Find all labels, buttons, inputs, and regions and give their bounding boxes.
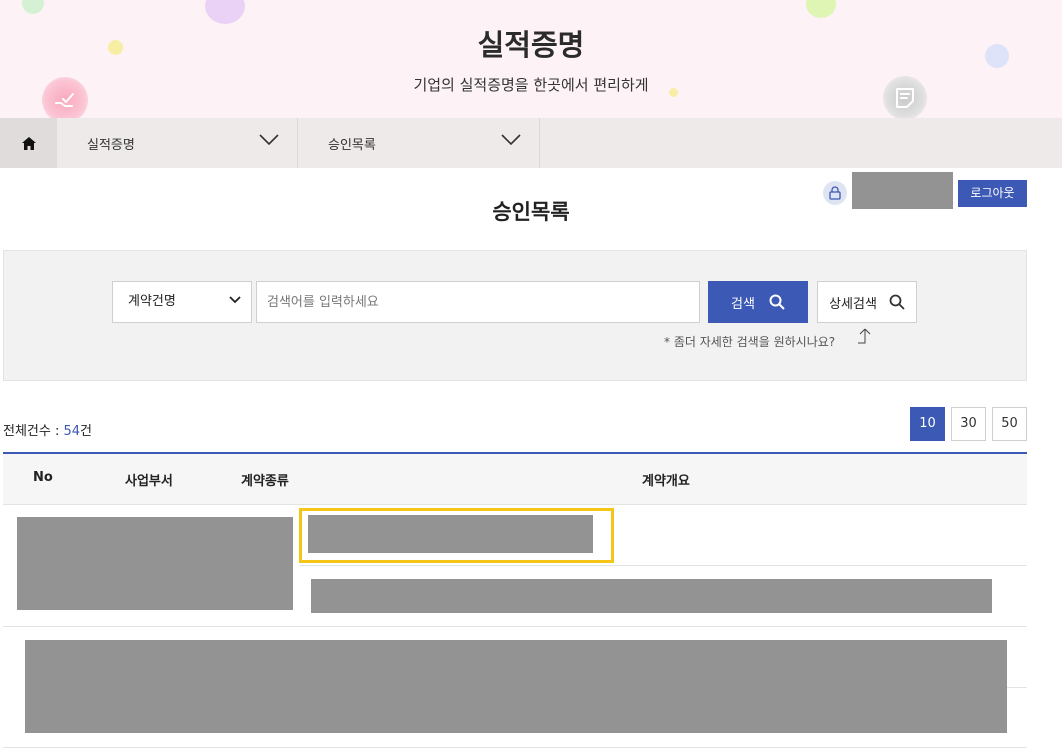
nav-item-approvals[interactable]: 승인목록 [298, 118, 540, 168]
column-header-department: 사업부서 [125, 474, 173, 489]
nav-item-performance[interactable]: 실적증명 [57, 118, 298, 168]
row-divider [300, 565, 1027, 566]
total-count-value: 54 [63, 424, 81, 439]
search-icon [769, 294, 785, 310]
nav-item-label: 승인목록 [328, 138, 376, 153]
home-icon [21, 136, 36, 150]
search-button-label: 검색 [731, 296, 755, 312]
table-row-redacted[interactable] [25, 640, 1007, 733]
hero-title: 실적증명 [477, 28, 585, 62]
decor-dot [22, 0, 44, 14]
row-divider [1007, 687, 1027, 688]
advanced-search-label: 상세검색 [829, 296, 877, 312]
page-title: 승인목록 [492, 200, 570, 224]
page-size-50-button[interactable]: 50 [992, 407, 1027, 441]
column-header-no: No [33, 470, 53, 485]
table-cell-redacted[interactable] [311, 579, 992, 613]
decor-dot [205, 0, 245, 24]
total-count-prefix: 전체건수 : [3, 424, 64, 439]
decor-dot [806, 0, 836, 18]
arrow-up-icon [858, 328, 871, 344]
column-header-contract-type: 계약종류 [241, 474, 289, 489]
chevron-down-icon [501, 134, 521, 146]
table-header: No 사업부서 계약종류 계약개요 [3, 452, 1027, 505]
page-size-10-button[interactable]: 10 [910, 407, 945, 441]
hand-check-icon [42, 77, 88, 118]
search-field-select[interactable]: 계약건명 [112, 281, 252, 323]
total-count: 전체건수 : 54건 [3, 420, 92, 439]
search-input[interactable] [256, 281, 700, 323]
advanced-search-button[interactable]: 상세검색 [817, 281, 917, 323]
nav-item-label: 실적증명 [87, 138, 135, 153]
search-button[interactable]: 검색 [708, 281, 808, 323]
highlight-box [299, 508, 614, 563]
main-nav: 실적증명 승인목록 [0, 118, 1062, 168]
hero-banner: 실적증명 기업의 실적증명을 한곳에서 편리하게 [0, 0, 1062, 118]
row-divider [3, 747, 1027, 748]
table-row-redacted[interactable] [17, 517, 293, 610]
total-count-suffix: 건 [80, 424, 93, 439]
column-header-contract-summary: 계약개요 [642, 474, 690, 489]
search-icon [889, 294, 905, 310]
document-icon [883, 76, 927, 118]
advanced-search-hint: * 좀더 자세한 검색을 원하시나요? [664, 335, 836, 349]
row-divider [3, 626, 1027, 627]
select-value: 계약건명 [128, 294, 176, 309]
home-button[interactable] [0, 118, 57, 168]
chevron-down-icon [259, 134, 279, 146]
chevron-down-icon [229, 296, 241, 304]
page-size-30-button[interactable]: 30 [951, 407, 986, 441]
